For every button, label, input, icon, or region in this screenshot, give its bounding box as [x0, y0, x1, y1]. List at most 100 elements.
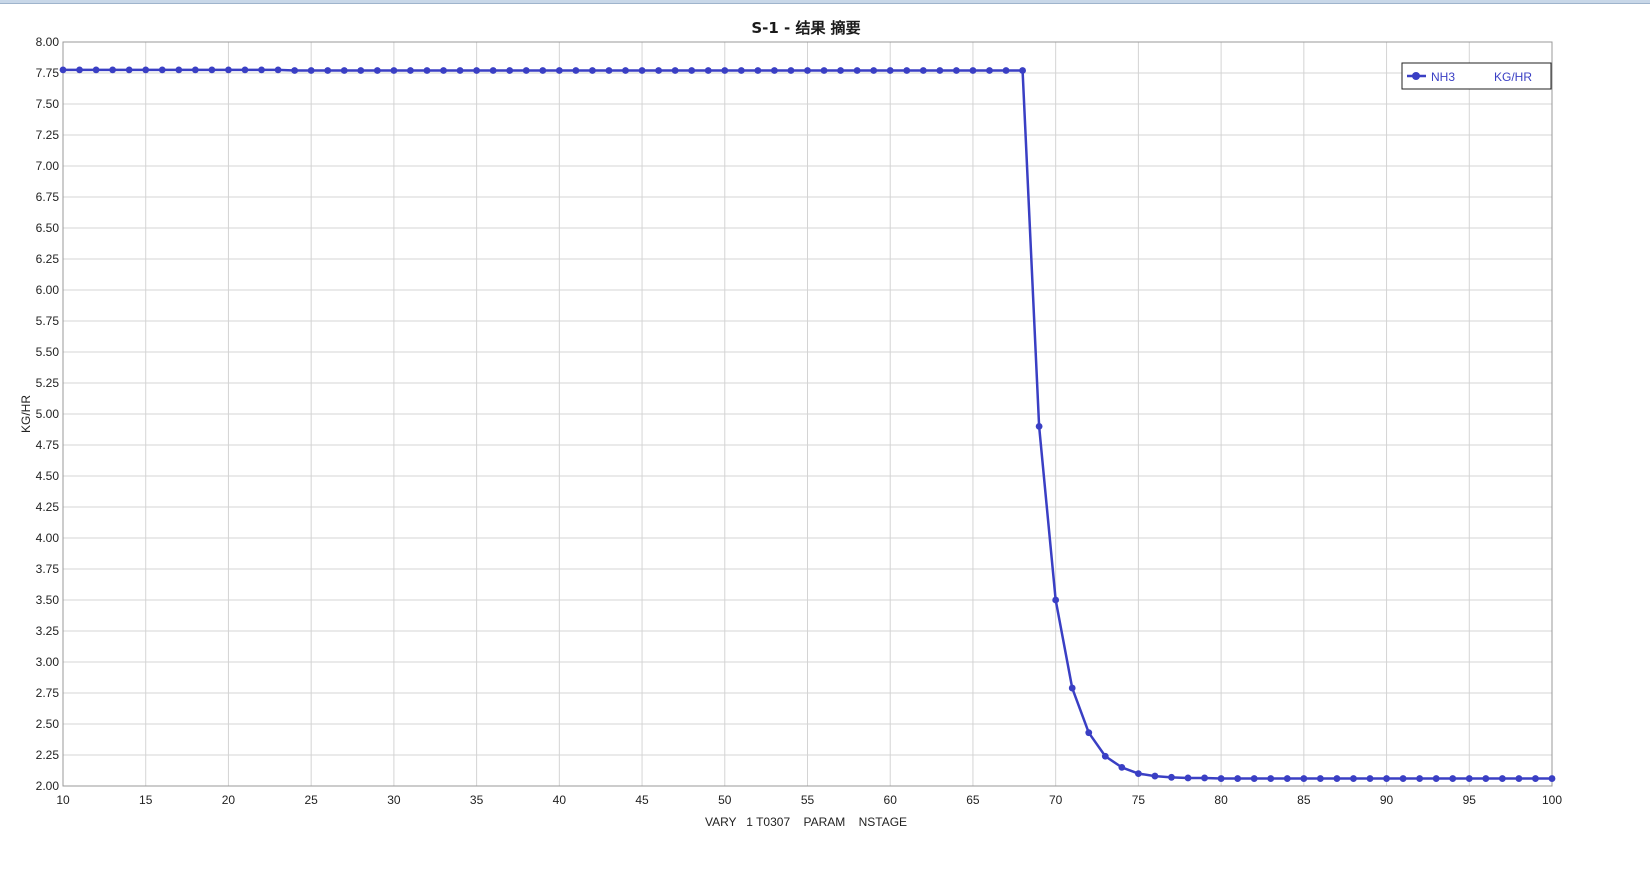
data-point[interactable]	[59, 66, 67, 74]
data-point[interactable]	[1432, 775, 1440, 782]
chart-title: S-1 - 结果 摘要	[751, 19, 860, 37]
data-point[interactable]	[953, 67, 960, 74]
data-point[interactable]	[1101, 752, 1109, 760]
data-point[interactable]	[986, 67, 993, 74]
data-point[interactable]	[1465, 775, 1473, 782]
data-point[interactable]	[787, 67, 795, 74]
data-point[interactable]	[555, 67, 563, 74]
data-point[interactable]	[1151, 772, 1159, 780]
data-point[interactable]	[969, 67, 977, 74]
data-point[interactable]	[1267, 775, 1275, 782]
data-point[interactable]	[919, 67, 927, 74]
data-point[interactable]	[191, 66, 199, 74]
data-point[interactable]	[274, 66, 282, 74]
data-point[interactable]	[407, 67, 414, 74]
data-point[interactable]	[721, 67, 729, 74]
x-tick-label: 50	[718, 793, 732, 807]
data-point[interactable]	[125, 66, 133, 74]
data-point[interactable]	[1217, 775, 1225, 782]
data-point[interactable]	[92, 66, 100, 74]
data-point[interactable]	[109, 66, 117, 74]
x-tick-label: 80	[1214, 793, 1228, 807]
y-tick-label: 3.50	[36, 593, 60, 607]
data-point[interactable]	[208, 66, 216, 74]
data-point[interactable]	[1416, 775, 1424, 782]
data-point[interactable]	[241, 66, 249, 74]
data-point[interactable]	[1052, 596, 1060, 604]
data-point[interactable]	[357, 67, 365, 74]
data-point[interactable]	[423, 67, 431, 74]
data-point[interactable]	[655, 67, 662, 74]
data-point[interactable]	[1515, 775, 1523, 782]
data-point[interactable]	[522, 67, 530, 74]
data-point[interactable]	[1184, 774, 1192, 782]
data-point[interactable]	[1134, 770, 1142, 777]
data-point[interactable]	[539, 67, 547, 74]
data-point[interactable]	[804, 67, 811, 74]
data-point[interactable]	[1201, 774, 1208, 782]
legend-series-unit: KG/HR	[1494, 70, 1532, 84]
x-axis-label: VARY 1 T0307 PARAM NSTAGE	[705, 815, 907, 829]
data-point[interactable]	[622, 67, 629, 74]
data-point[interactable]	[440, 67, 447, 74]
data-point[interactable]	[1250, 775, 1258, 782]
data-point[interactable]	[903, 67, 911, 74]
data-point[interactable]	[1300, 775, 1308, 782]
data-point[interactable]	[1548, 775, 1556, 782]
data-point[interactable]	[1283, 775, 1291, 782]
data-point[interactable]	[1234, 775, 1242, 782]
x-tick-label: 15	[139, 793, 153, 807]
data-point[interactable]	[1168, 773, 1175, 781]
data-point[interactable]	[886, 67, 894, 74]
data-point[interactable]	[820, 67, 828, 74]
data-point[interactable]	[1068, 684, 1076, 692]
data-point[interactable]	[473, 67, 481, 74]
data-point[interactable]	[638, 67, 646, 74]
data-point[interactable]	[837, 67, 844, 74]
data-point[interactable]	[1350, 775, 1357, 782]
data-point[interactable]	[1316, 775, 1324, 782]
legend[interactable]: NH3 KG/HR	[1401, 62, 1552, 90]
data-point[interactable]	[506, 67, 514, 74]
data-point[interactable]	[291, 67, 299, 74]
data-point[interactable]	[1482, 775, 1490, 782]
data-point[interactable]	[1532, 775, 1539, 782]
data-point[interactable]	[225, 66, 232, 74]
data-point[interactable]	[754, 67, 762, 74]
data-point[interactable]	[158, 66, 166, 74]
data-point[interactable]	[489, 67, 497, 74]
data-point[interactable]	[572, 67, 580, 74]
data-point[interactable]	[688, 67, 696, 74]
data-point[interactable]	[324, 67, 332, 74]
data-point[interactable]	[373, 67, 381, 74]
data-point[interactable]	[258, 66, 265, 74]
data-point[interactable]	[1383, 775, 1390, 782]
data-point[interactable]	[853, 67, 861, 74]
data-point[interactable]	[390, 67, 398, 74]
data-point[interactable]	[1085, 729, 1093, 737]
data-point[interactable]	[1019, 67, 1026, 74]
data-point[interactable]	[704, 67, 712, 74]
data-point[interactable]	[1366, 775, 1374, 782]
data-point[interactable]	[737, 67, 745, 74]
data-point[interactable]	[307, 67, 315, 74]
data-point[interactable]	[870, 67, 878, 74]
data-point[interactable]	[142, 66, 150, 74]
data-point[interactable]	[1118, 764, 1126, 771]
data-point[interactable]	[76, 66, 83, 74]
data-point[interactable]	[1449, 775, 1457, 782]
data-point[interactable]	[589, 67, 596, 74]
data-point[interactable]	[771, 67, 778, 74]
data-point[interactable]	[605, 67, 613, 74]
data-point[interactable]	[936, 67, 944, 74]
data-point[interactable]	[175, 66, 183, 74]
data-point[interactable]	[1333, 775, 1341, 782]
data-point[interactable]	[1399, 775, 1407, 782]
data-point[interactable]	[1002, 67, 1010, 74]
data-point[interactable]	[456, 67, 464, 74]
data-point[interactable]	[340, 67, 348, 74]
data-point[interactable]	[1035, 423, 1043, 430]
y-tick-label: 5.25	[36, 376, 60, 390]
data-point[interactable]	[1498, 775, 1506, 782]
data-point[interactable]	[671, 67, 679, 74]
